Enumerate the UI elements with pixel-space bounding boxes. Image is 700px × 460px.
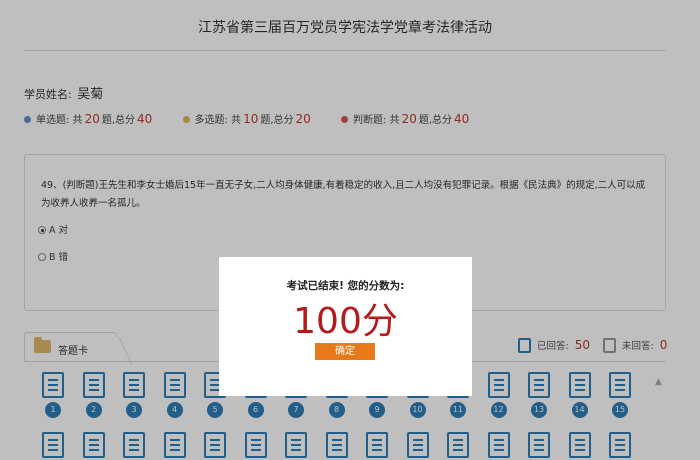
score-dialog: 考试已结束! 您的分数为: 100分 确定 bbox=[219, 257, 472, 396]
final-score: 100分 bbox=[293, 301, 398, 342]
confirm-button[interactable]: 确定 bbox=[315, 343, 375, 360]
dialog-message: 考试已结束! 您的分数为: bbox=[286, 280, 405, 292]
